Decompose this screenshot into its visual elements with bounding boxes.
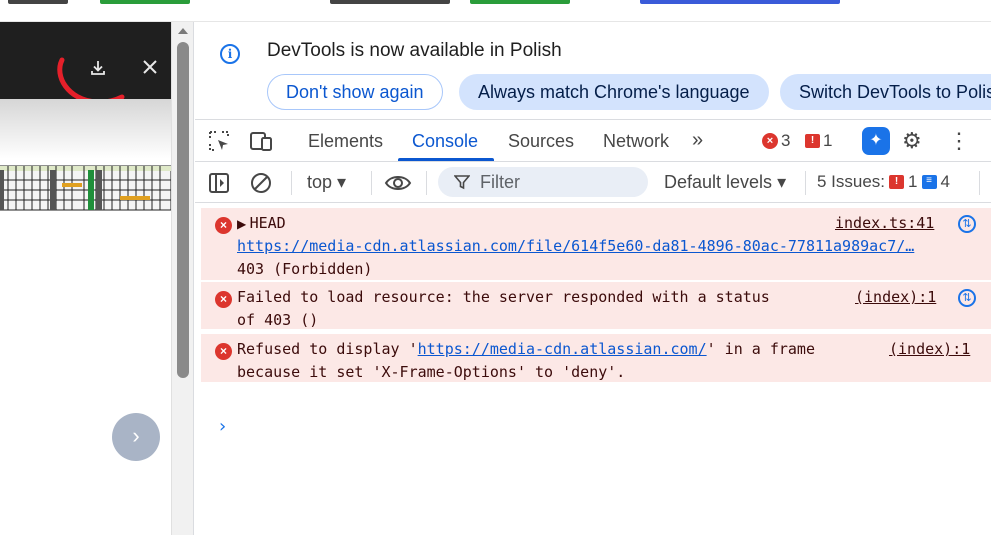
console-error-message: × Failed to load resource: the server re…	[201, 282, 991, 330]
toolbar-divider	[805, 171, 806, 195]
message-text: Failed to load resource: the server resp…	[237, 288, 770, 306]
tab-sources[interactable]: Sources	[508, 131, 574, 152]
source-link[interactable]: (index):1	[889, 340, 970, 358]
close-button[interactable]	[138, 58, 162, 82]
error-icon: ×	[215, 291, 232, 308]
spreadsheet-preview	[0, 165, 171, 211]
scroll-up-arrow-icon[interactable]	[178, 28, 188, 34]
page-background	[0, 99, 171, 159]
settings-gear-icon[interactable]: ⚙	[902, 128, 922, 154]
download-icon	[91, 61, 105, 75]
status-text: 403 (Forbidden)	[237, 260, 373, 278]
console-prompt-chevron-icon[interactable]: ›	[217, 416, 228, 437]
preview-toolbar	[0, 22, 171, 99]
context-selector[interactable]: top ▾	[307, 172, 346, 193]
network-request-icon[interactable]: ⇅	[958, 289, 976, 307]
dont-show-again-button[interactable]: Don't show again	[267, 74, 443, 110]
page-preview-pane: ›	[0, 22, 171, 535]
download-button[interactable]	[86, 58, 110, 82]
active-tab-indicator	[398, 158, 494, 161]
dropdown-arrow-icon: ▾	[777, 172, 787, 192]
cut-text-fragment	[470, 0, 570, 4]
switch-language-button[interactable]: Switch DevTools to Polis	[780, 74, 991, 110]
network-request-icon[interactable]: ⇅	[958, 215, 976, 233]
issues-button[interactable]: 5 Issues: ! 1 ≡ 4	[817, 172, 950, 192]
warning-count: 1	[823, 131, 833, 150]
toolbar-divider	[426, 171, 427, 195]
issues-info-count: 4	[940, 172, 950, 191]
filter-input[interactable]	[480, 170, 640, 194]
inspect-element-icon[interactable]	[207, 129, 231, 153]
message-text: ' in a frame	[706, 340, 815, 358]
issues-label: 5 Issues:	[817, 172, 886, 191]
info-message-icon: ≡	[921, 175, 937, 189]
info-icon: i	[220, 44, 240, 64]
source-link[interactable]: index.ts:41	[835, 214, 934, 232]
context-value: top	[307, 172, 333, 192]
request-summary[interactable]: ▶ HEAD	[237, 214, 286, 232]
dropdown-arrow-icon: ▾	[337, 172, 347, 192]
live-expression-eye-icon[interactable]	[384, 170, 412, 196]
cut-text-fragment	[330, 0, 450, 4]
devtools-tab-bar: Elements Console Sources Network » × 3 !…	[195, 120, 991, 162]
source-link[interactable]: (index):1	[855, 288, 936, 306]
page-top-strip	[0, 0, 991, 22]
tab-elements[interactable]: Elements	[308, 131, 383, 152]
log-levels-value: Default levels	[664, 172, 773, 192]
more-tabs-chevron-icon[interactable]: »	[692, 129, 703, 152]
request-method: HEAD	[249, 214, 286, 232]
ai-assistance-button[interactable]: ✦	[862, 127, 890, 155]
tab-console[interactable]: Console	[412, 131, 478, 152]
clear-console-icon[interactable]	[249, 171, 273, 195]
error-icon: ×	[215, 343, 232, 360]
sidebar-toggle-icon[interactable]	[207, 171, 231, 195]
language-infobar: i DevTools is now available in Polish Do…	[195, 22, 991, 120]
filter-funnel-icon	[454, 175, 470, 190]
console-error-message: × ▶ HEAD index.ts:41 ⇅ https://media-cdn…	[201, 208, 991, 281]
console-filter-bar: top ▾ Default levels ▾ 5 Issues: ! 1 ≡ 4	[195, 163, 991, 203]
chevron-right-icon: ›	[132, 423, 140, 448]
error-count: 3	[781, 131, 791, 150]
error-icon: ×	[762, 133, 778, 149]
cut-text-fragment	[8, 0, 68, 4]
error-count-badge[interactable]: × 3	[762, 131, 790, 151]
toolbar-divider	[291, 171, 292, 195]
scrollbar-thumb[interactable]	[177, 42, 189, 378]
error-flag-icon: !	[889, 175, 905, 189]
console-output: × ▶ HEAD index.ts:41 ⇅ https://media-cdn…	[195, 204, 991, 535]
message-url-link[interactable]: https://media-cdn.atlassian.com/	[418, 340, 707, 358]
devtools-panel: i DevTools is now available in Polish Do…	[195, 22, 991, 535]
sparkle-icon: ✦	[869, 132, 883, 149]
log-levels-dropdown[interactable]: Default levels ▾	[664, 172, 786, 193]
close-icon	[143, 60, 157, 74]
more-options-icon[interactable]: ⋮	[948, 128, 970, 154]
always-match-language-button[interactable]: Always match Chrome's language	[459, 74, 769, 110]
next-page-button[interactable]: ›	[112, 413, 160, 461]
vertical-scrollbar[interactable]	[171, 22, 194, 535]
cut-text-fragment	[640, 0, 840, 4]
filter-box[interactable]	[438, 167, 648, 197]
device-toolbar-icon[interactable]	[249, 129, 273, 153]
message-text: of 403 ()	[237, 311, 319, 329]
toolbar-divider	[371, 171, 372, 195]
console-error-message: × Refused to display 'https://media-cdn.…	[201, 334, 991, 383]
error-flag-icon: !	[805, 134, 820, 148]
cut-text-fragment	[100, 0, 190, 4]
toolbar-divider	[979, 171, 980, 195]
request-url-link[interactable]: https://media-cdn.atlassian.com/file/614…	[237, 237, 914, 255]
expand-triangle-icon: ▶	[237, 217, 250, 231]
message-text: Refused to display '	[237, 340, 418, 358]
issues-error-count: 1	[908, 172, 918, 191]
error-icon: ×	[215, 217, 232, 234]
tab-network[interactable]: Network	[603, 131, 669, 152]
warning-count-badge[interactable]: ! 1	[805, 131, 832, 151]
infobar-message: DevTools is now available in Polish	[267, 40, 562, 61]
message-text: because it set 'X-Frame-Options' to 'den…	[237, 363, 626, 381]
